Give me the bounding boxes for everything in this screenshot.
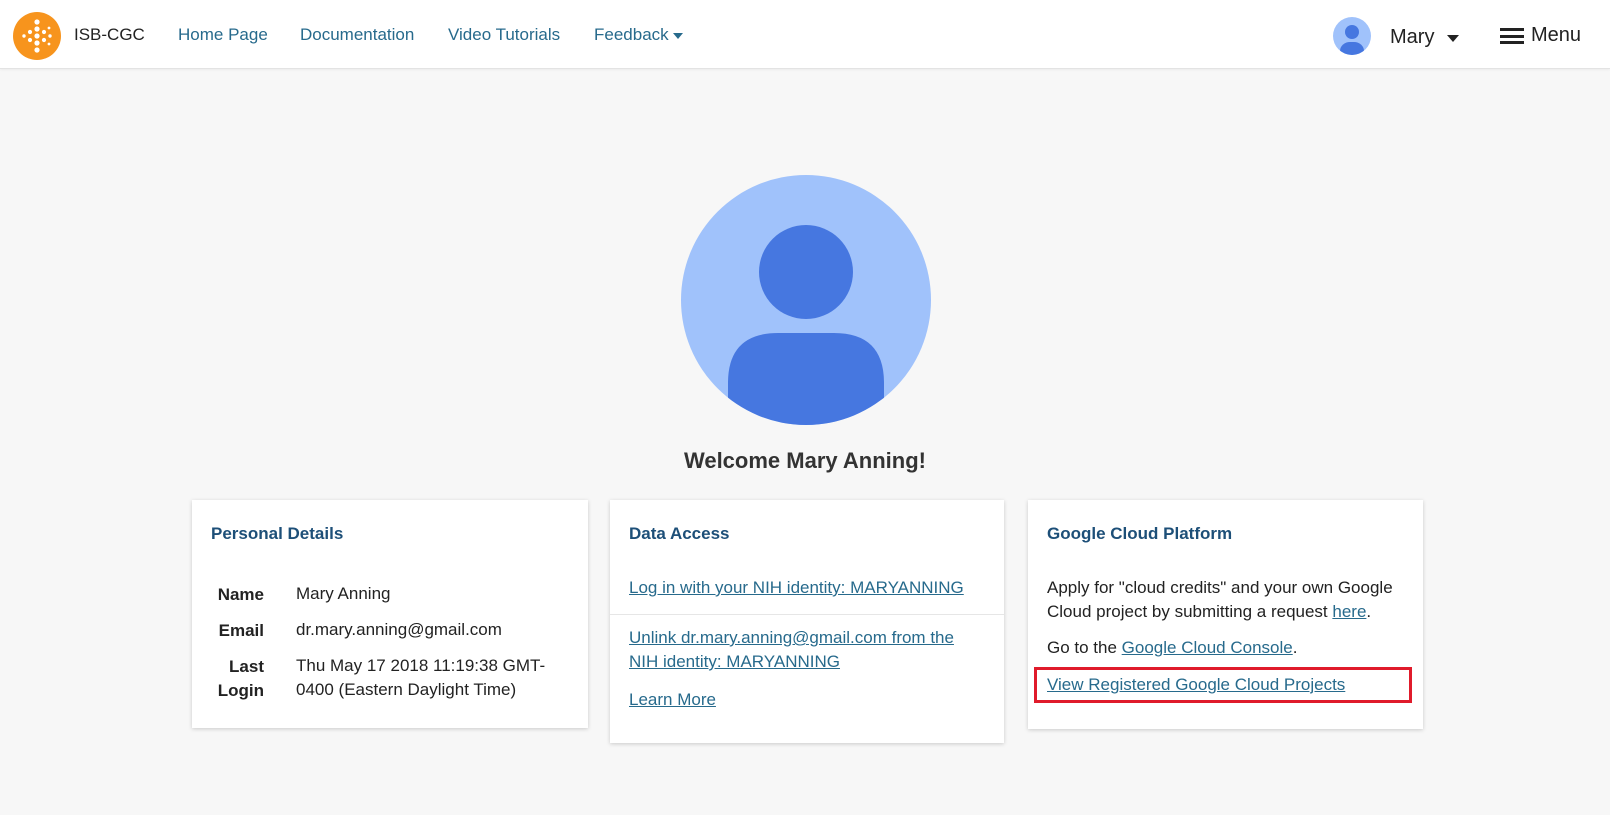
- hamburger-icon: [1500, 28, 1524, 44]
- personal-details-card: Personal Details Name Mary Anning Email …: [192, 500, 588, 728]
- last-login-value-line2: 0400 (Eastern Daylight Time): [296, 680, 517, 699]
- email-label: Email: [218, 621, 264, 640]
- data-access-title: Data Access: [629, 524, 730, 543]
- user-avatar-icon[interactable]: [1333, 17, 1371, 55]
- gcp-period-2: .: [1292, 638, 1298, 657]
- divider: [610, 614, 1004, 615]
- gcp-apply-line2: Cloud project by submitting a request: [1047, 602, 1333, 621]
- user-caret-down-icon[interactable]: [1447, 35, 1459, 42]
- google-cloud-console-link[interactable]: Google Cloud Console: [1122, 638, 1293, 657]
- last-login-label-line2: Login: [217, 681, 264, 700]
- request-here-link[interactable]: here: [1332, 602, 1366, 621]
- last-login-label-line1: Last: [229, 657, 264, 676]
- gcp-goto-label: Go to the: [1047, 638, 1122, 657]
- highlight-box: [1034, 667, 1412, 703]
- nav-home-page[interactable]: Home Page: [178, 25, 268, 45]
- unlink-nih-link-line2[interactable]: NIH identity: MARYANNING: [629, 652, 840, 671]
- caret-down-icon: [672, 32, 683, 39]
- learn-more-link[interactable]: Learn More: [629, 690, 716, 709]
- nav-feedback-dropdown[interactable]: Feedback: [594, 25, 683, 45]
- gcp-apply-line1: Apply for "cloud credits" and your own G…: [1047, 578, 1393, 597]
- name-label: Name: [217, 585, 264, 604]
- gcp-title: Google Cloud Platform: [1047, 524, 1233, 543]
- gcp-apply-text: Apply for "cloud credits" and your own G…: [1047, 576, 1393, 624]
- user-menu-name[interactable]: Mary: [1390, 26, 1434, 49]
- name-value: Mary Anning: [296, 584, 391, 603]
- nav-feedback-label: Feedback: [594, 25, 669, 44]
- last-login-value-line1: Thu May 17 2018 11:19:38 GMT-: [296, 656, 546, 675]
- data-access-card: Data Access Log in with your NIH identit…: [610, 500, 1004, 743]
- brand-link[interactable]: ISB-CGC: [74, 25, 145, 45]
- profile-avatar-icon: [681, 175, 931, 425]
- welcome-heading: Welcome Mary Anning!: [683, 448, 927, 473]
- unlink-nih-link-line1[interactable]: Unlink dr.mary.anning@gmail.com from the: [629, 628, 954, 647]
- isb-cgc-logo-icon[interactable]: [13, 12, 61, 60]
- nih-login-link[interactable]: Log in with your NIH identity: MARYANNIN…: [629, 578, 964, 597]
- gcp-period: .: [1366, 602, 1372, 621]
- menu-label: Menu: [1531, 24, 1582, 46]
- nav-documentation[interactable]: Documentation: [300, 25, 414, 45]
- gcp-console-text: Go to the Google Cloud Console.: [1047, 636, 1297, 660]
- top-navbar: ISB-CGC Home Page Documentation Video Tu…: [0, 0, 1610, 69]
- email-value: dr.mary.anning@gmail.com: [296, 620, 502, 639]
- personal-details-title: Personal Details: [211, 524, 344, 543]
- nav-video-tutorials[interactable]: Video Tutorials: [448, 25, 560, 45]
